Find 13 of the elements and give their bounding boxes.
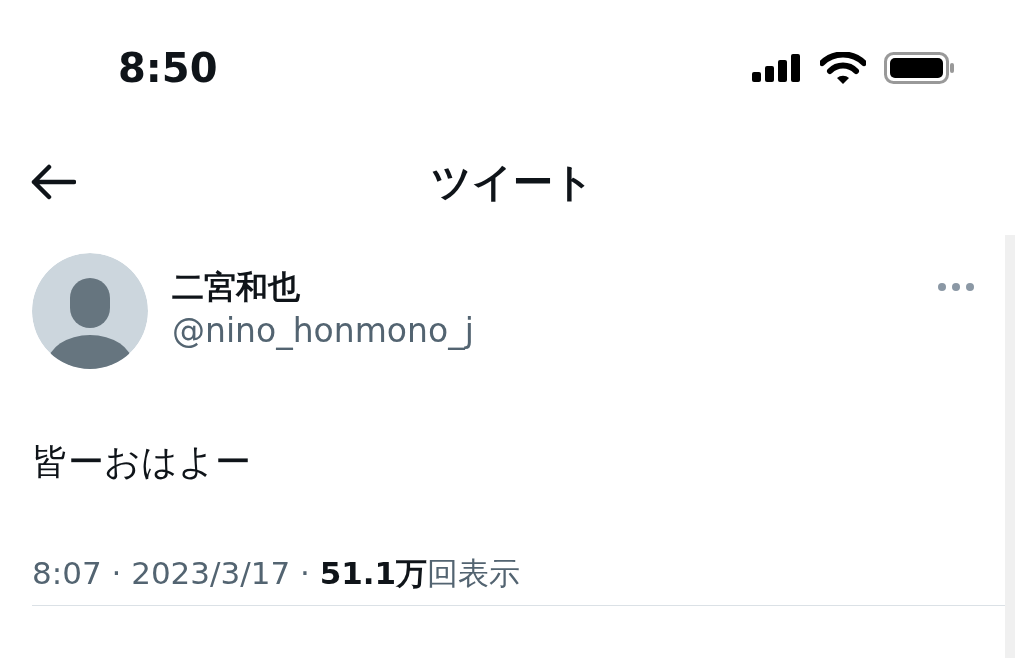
page-title: ツイート xyxy=(430,157,594,207)
avatar[interactable] xyxy=(32,253,148,369)
scroll-bar[interactable] xyxy=(1005,235,1015,658)
tweet-text: 皆ーおはよー xyxy=(32,440,251,484)
status-time: 8:50 xyxy=(118,44,218,92)
author-handle[interactable]: @nino_honmono_j xyxy=(172,309,474,353)
more-options-icon[interactable] xyxy=(937,282,975,292)
signal-icon xyxy=(752,54,802,82)
tweet-meta: 8:07 · 2023/3/17 · 51.1万回表示 xyxy=(32,554,521,593)
wifi-icon xyxy=(820,52,866,84)
back-arrow-icon[interactable] xyxy=(30,164,76,200)
battery-icon xyxy=(884,52,956,84)
author-name[interactable]: 二宮和也 xyxy=(172,265,300,309)
